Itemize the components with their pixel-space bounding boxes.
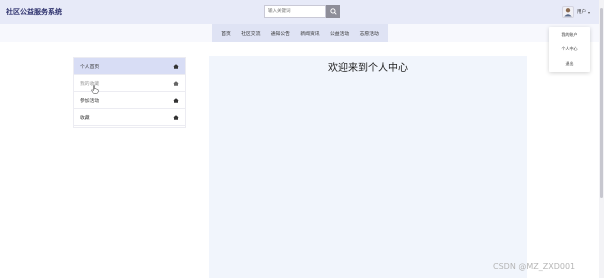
search-button[interactable]	[326, 5, 340, 18]
search-input[interactable]	[264, 5, 326, 18]
site-brand[interactable]: 社区公益服务系统	[6, 7, 62, 17]
nav-item-home[interactable]: 首页	[221, 30, 231, 37]
user-avatar-icon	[564, 8, 572, 17]
home-icon	[173, 80, 179, 86]
dropdown-item-logout[interactable]: 退出	[549, 61, 590, 67]
search-bar	[264, 5, 341, 18]
user-menu-toggle[interactable]: 用户 ▾	[562, 4, 590, 20]
avatar	[562, 6, 574, 18]
user-name: 用户	[577, 10, 586, 15]
nav-item-charity[interactable]: 公益活动	[330, 30, 349, 37]
nav-item-news[interactable]: 新闻资讯	[300, 30, 319, 37]
main-panel	[209, 56, 527, 278]
sidebar-item-home[interactable]: 个人首页	[74, 58, 185, 75]
sidebar-item-collect[interactable]: 收藏	[74, 109, 185, 126]
home-icon	[173, 97, 179, 103]
home-icon	[173, 63, 179, 69]
top-header: 社区公益服务系统 用户 ▾	[0, 0, 604, 24]
hand-cursor-icon	[91, 85, 99, 94]
main-nav: 首页 社区交流 通知公告 新闻资讯 公益活动 志愿活动	[212, 24, 388, 42]
sidebar-menu: 个人首页 我的收藏 参加活动 收藏	[73, 57, 186, 128]
user-dropdown: 我的账户 个人中心 退出	[549, 27, 590, 72]
scrollbar-thumb[interactable]	[600, 8, 603, 198]
sidebar-item-label: 参加活动	[80, 98, 100, 104]
home-icon	[173, 114, 179, 120]
nav-item-volunteer[interactable]: 志愿活动	[360, 30, 379, 37]
sidebar-item-label: 个人首页	[80, 64, 100, 70]
dropdown-item-my-account[interactable]: 我的账户	[549, 32, 590, 38]
nav-item-notices[interactable]: 通知公告	[271, 30, 290, 37]
watermark-text: CSDN @MZ_ZXD001	[493, 262, 576, 271]
chevron-down-icon: ▾	[588, 9, 591, 15]
search-icon	[329, 8, 337, 15]
nav-item-community[interactable]: 社区交流	[241, 30, 260, 37]
sidebar-item-activities[interactable]: 参加活动	[74, 92, 185, 109]
dropdown-item-user-center[interactable]: 个人中心	[549, 46, 590, 52]
sidebar-item-label: 收藏	[80, 115, 90, 121]
page-title: 欢迎来到个人中心	[328, 63, 408, 74]
